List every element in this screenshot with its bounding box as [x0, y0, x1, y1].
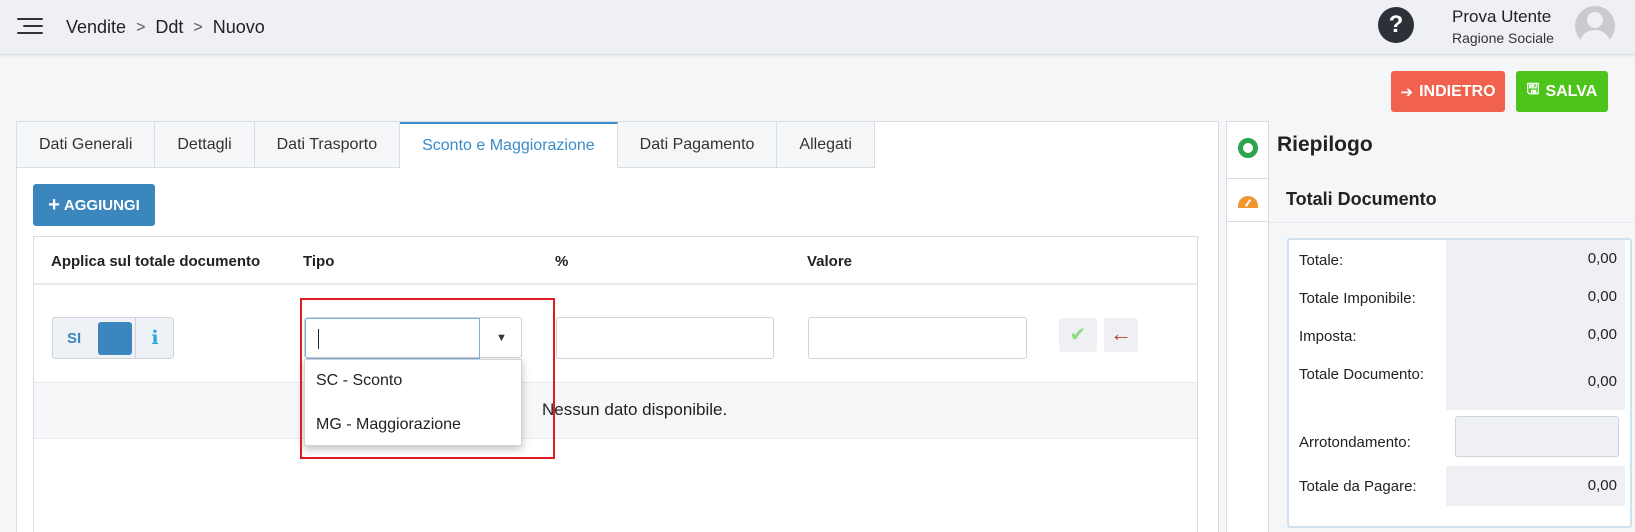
side-tab-help[interactable]: [1227, 126, 1268, 170]
column-header-valore: Valore: [807, 253, 853, 270]
toggle-label: SI: [67, 330, 82, 347]
imponibile-label: Totale Imponibile:: [1299, 290, 1416, 307]
arrotondamento-input[interactable]: [1455, 416, 1619, 457]
column-header-tipo: Tipo: [303, 253, 335, 270]
breadcrumb-item-vendite[interactable]: Vendite: [66, 17, 126, 38]
side-tab-riepilogo[interactable]: [1227, 178, 1268, 222]
top-bar: Vendite > Ddt > Nuovo ? Prova Utente Rag…: [0, 0, 1635, 55]
user-org: Ragione Sociale: [1452, 30, 1554, 46]
tipo-search-input[interactable]: [305, 318, 480, 359]
dropdown-arrow-icon[interactable]: ▼: [480, 318, 523, 359]
text-cursor: [318, 329, 319, 349]
empty-message: Nessun dato disponibile.: [542, 400, 728, 419]
floppy-disk-icon: 🖫: [1526, 81, 1540, 98]
tab-sconto-maggiorazione[interactable]: Sconto e Maggiorazione: [400, 122, 618, 168]
back-button[interactable]: ➔ INDIETRO: [1391, 71, 1505, 112]
confirm-check-icon[interactable]: ✔: [1059, 318, 1097, 352]
main-panel: Dati Generali Dettagli Dati Trasporto Sc…: [16, 121, 1219, 532]
imposta-label: Imposta:: [1299, 328, 1357, 345]
total-value: 0,00: [1446, 240, 1625, 278]
chevron-right-icon: >: [136, 18, 146, 36]
percent-input[interactable]: [556, 317, 774, 359]
arrotondamento-label: Arrotondamento:: [1299, 434, 1411, 451]
back-button-label: INDIETRO: [1419, 82, 1496, 100]
breadcrumb: Vendite > Ddt > Nuovo: [66, 17, 265, 38]
chevron-right-icon: >: [193, 18, 203, 36]
toggle-knob[interactable]: [98, 322, 132, 355]
add-button-label: AGGIUNGI: [63, 196, 140, 214]
totale-pagare-value: 0,00: [1446, 466, 1625, 506]
dashboard-gauge-icon: [1237, 196, 1258, 208]
save-button-label: SALVA: [1545, 82, 1598, 100]
add-button[interactable]: + AGGIUNGI: [33, 184, 155, 226]
divider: [1269, 222, 1635, 223]
tab-dati-generali[interactable]: Dati Generali: [17, 122, 156, 168]
save-button[interactable]: 🖫 SALVA: [1516, 71, 1608, 112]
tab-allegati[interactable]: Allegati: [777, 122, 875, 168]
side-tab-bar: [1226, 121, 1269, 532]
imponibile-value: 0,00: [1446, 278, 1625, 316]
column-header-percent: %: [555, 253, 569, 270]
tab-dati-trasporto[interactable]: Dati Trasporto: [254, 122, 401, 168]
table-header: Applica sul totale documento Tipo % Valo…: [34, 237, 1197, 285]
arrow-left-icon: ➔: [1400, 83, 1414, 101]
menu-icon[interactable]: [17, 16, 43, 38]
edit-row: SI i ▼ ✔ ← SC - Sconto MG - Maggiorazion…: [34, 287, 1197, 446]
empty-row: Nessun dato disponibile.: [34, 383, 1197, 439]
totale-documento-label: Totale Documento:: [1299, 366, 1425, 383]
plus-icon: +: [48, 193, 60, 216]
lifebuoy-icon: [1237, 138, 1258, 158]
dropdown-option-sconto[interactable]: SC - Sconto: [316, 372, 402, 390]
totale-pagare-label: Totale da Pagare:: [1299, 478, 1417, 495]
tipo-dropdown-menu: SC - Sconto MG - Maggiorazione: [304, 359, 522, 446]
breadcrumb-item-ddt[interactable]: Ddt: [155, 17, 183, 38]
tab-dettagli[interactable]: Dettagli: [155, 122, 255, 168]
user-info[interactable]: Prova Utente Ragione Sociale: [1452, 7, 1554, 46]
discount-table: Applica sul totale documento Tipo % Valo…: [33, 236, 1198, 532]
tipo-select[interactable]: ▼: [304, 317, 523, 359]
totale-documento-value: 0,00: [1446, 354, 1625, 410]
column-header-applica: Applica sul totale documento: [51, 253, 261, 270]
valore-input[interactable]: [808, 317, 1027, 359]
dropdown-option-maggiorazione[interactable]: MG - Maggiorazione: [316, 416, 461, 434]
help-icon[interactable]: ?: [1378, 7, 1414, 43]
total-label: Totale:: [1299, 252, 1344, 269]
summary-subtitle: Totali Documento: [1286, 189, 1437, 209]
imposta-value: 0,00: [1446, 316, 1625, 354]
user-name: Prova Utente: [1452, 7, 1552, 26]
totals-box: Totale: 0,00 Totale Imponibile: 0,00 Imp…: [1287, 238, 1632, 528]
tab-bar: Dati Generali Dettagli Dati Trasporto Sc…: [17, 122, 875, 168]
info-icon[interactable]: i: [135, 318, 174, 358]
breadcrumb-item-nuovo: Nuovo: [212, 17, 265, 37]
summary-title: Riepilogo: [1277, 133, 1373, 156]
avatar[interactable]: [1575, 6, 1615, 46]
arrow-left-icon[interactable]: ←: [1104, 318, 1138, 352]
applica-toggle[interactable]: SI i: [52, 317, 174, 359]
tab-dati-pagamento[interactable]: Dati Pagamento: [617, 122, 778, 168]
